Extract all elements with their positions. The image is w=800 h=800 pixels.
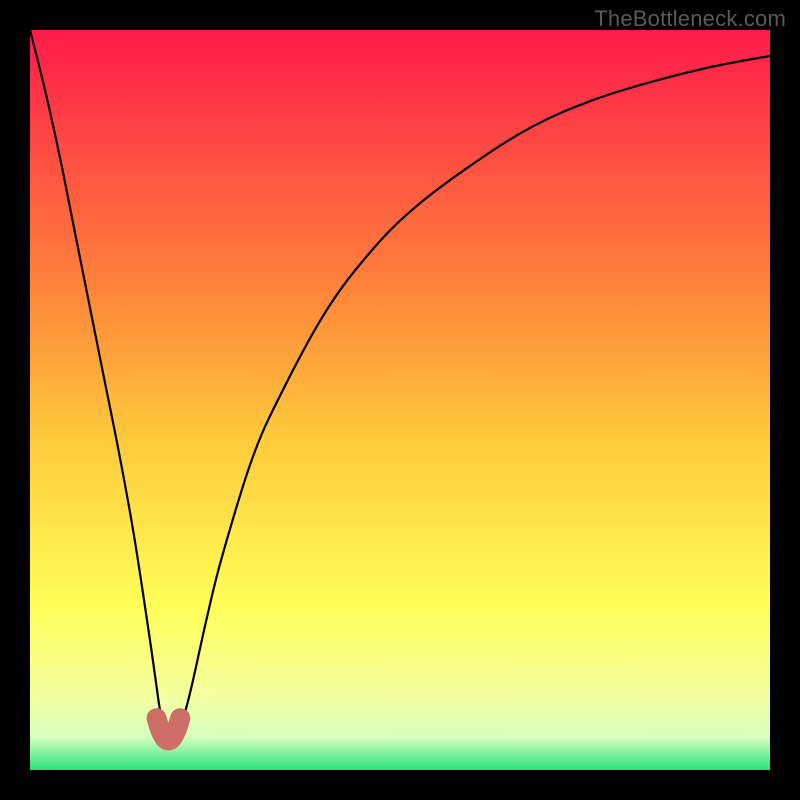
chart-container: TheBottleneck.com [0, 0, 800, 800]
watermark-text: TheBottleneck.com [594, 6, 786, 32]
plot-area [30, 30, 770, 770]
gradient-background [30, 30, 770, 770]
chart-svg [30, 30, 770, 770]
